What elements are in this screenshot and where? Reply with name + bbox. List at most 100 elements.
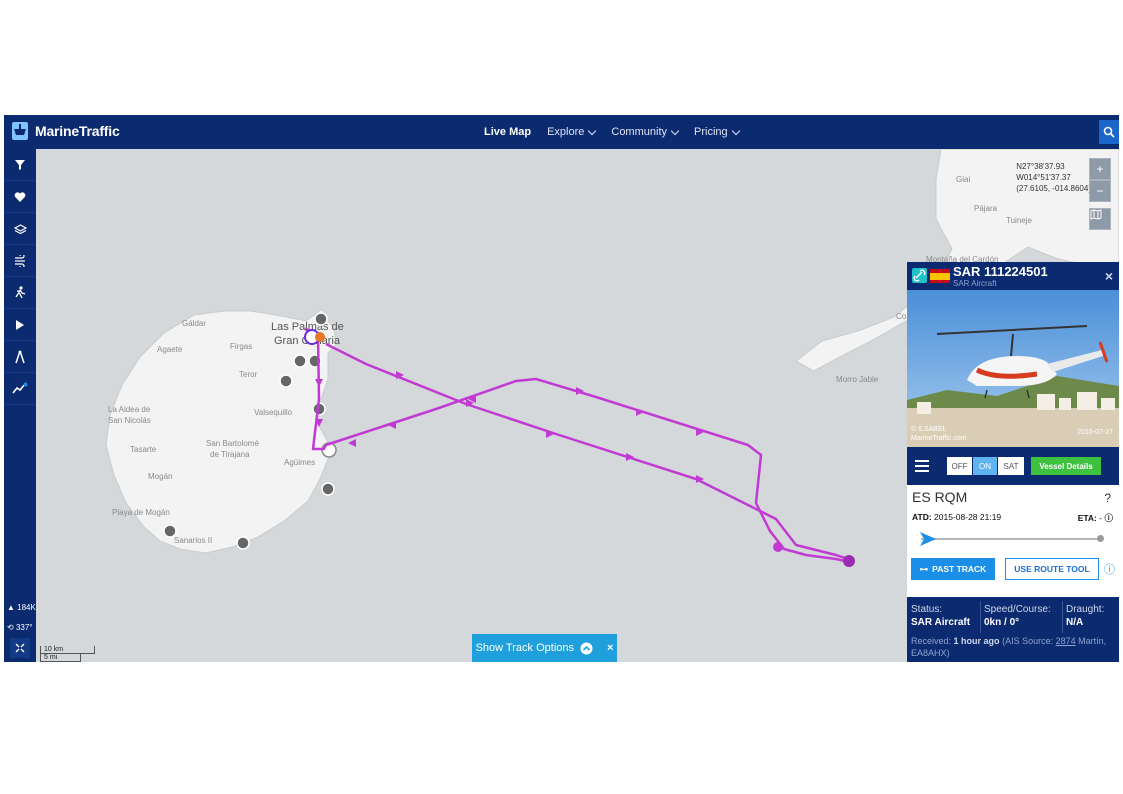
- use-route-tool-button[interactable]: USE ROUTE TOOL: [1005, 558, 1099, 580]
- vessel-photo[interactable]: © ILSABEL MarineTraffic.com 2016-07-27: [907, 290, 1119, 447]
- place-label: Teror: [239, 370, 258, 379]
- vessel-track[interactable]: [304, 327, 855, 565]
- destination: ES RQM: [912, 489, 968, 505]
- chevron-down-icon: [731, 126, 740, 135]
- place-label: Valsequillo: [254, 408, 293, 417]
- person-icon: [14, 286, 25, 299]
- voyage-progress-bar: [921, 538, 1101, 540]
- vessel-type: SAR Aircraft: [953, 279, 997, 288]
- playback-button[interactable]: [4, 309, 36, 341]
- toggle-on[interactable]: ON: [973, 457, 997, 475]
- vessel-count-value: 184K: [17, 603, 36, 612]
- close-panel-button[interactable]: ×: [1105, 268, 1113, 284]
- toggle-off[interactable]: OFF: [947, 457, 972, 475]
- decimal-coords-text: (27.6105, -014.8604): [1016, 184, 1091, 193]
- measure-button[interactable]: [4, 341, 36, 373]
- chevron-down-icon: [670, 126, 680, 135]
- route-info-icon[interactable]: ⓘ: [1104, 561, 1115, 577]
- draught: Draught: N/A: [1066, 603, 1104, 629]
- play-icon: [16, 319, 24, 330]
- ais-source-link[interactable]: 2874: [1056, 636, 1076, 646]
- past-track-button[interactable]: ⊶ PAST TRACK: [911, 558, 995, 580]
- map-type-button[interactable]: [1089, 208, 1111, 230]
- heart-icon: [14, 191, 26, 202]
- status: Status: SAR Aircraft: [911, 603, 970, 629]
- expand-icon: [15, 643, 25, 653]
- map-tools-sidebar: ▲ 184K ⟲ 337°: [4, 149, 36, 662]
- status-label: Status:: [911, 604, 943, 615]
- destination-dot: [1097, 535, 1104, 542]
- link-icon[interactable]: [912, 268, 927, 283]
- vessel-count: ▲ 184K: [7, 603, 36, 612]
- vessel-panel-header: SAR 111224501 SAR Aircraft ×: [907, 262, 1119, 290]
- map-scale: 10 km 5 mi: [40, 646, 95, 662]
- wind-icon: [14, 254, 25, 267]
- layers-button[interactable]: [4, 213, 36, 245]
- info-icon[interactable]: ⓘ: [1104, 513, 1113, 523]
- zoom-out-button[interactable]: −: [1089, 180, 1111, 202]
- port-icon: [236, 536, 250, 550]
- place-label: Tuineje: [1006, 216, 1032, 225]
- port-icon: [163, 524, 177, 538]
- scale-km: 10 km: [40, 646, 95, 654]
- destination-help-icon[interactable]: ?: [1104, 491, 1111, 505]
- place-label: Agüimes: [284, 458, 315, 467]
- port-icon: [293, 354, 307, 368]
- speed-label: Speed/Course:: [984, 604, 1051, 615]
- weather-button[interactable]: [4, 245, 36, 277]
- main-nav: Live Map Explore Community Pricing: [484, 115, 755, 149]
- filter-button[interactable]: [4, 149, 36, 181]
- place-label: de Tirajana: [210, 450, 250, 459]
- track-outbound: [311, 334, 855, 565]
- tracks-button[interactable]: [4, 373, 36, 405]
- place-label: Giai: [956, 175, 970, 184]
- speed-course: Speed/Course: 0kn / 0°: [984, 603, 1051, 629]
- speed-value: 0kn / 0°: [984, 617, 1020, 628]
- toggle-sat[interactable]: SAT: [998, 457, 1024, 475]
- search-button[interactable]: [1099, 120, 1119, 144]
- atd-value: 2015-08-28 21:19: [934, 512, 1002, 522]
- map-heading-value: 337°: [15, 623, 33, 632]
- measure-icon: [15, 350, 25, 363]
- cursor-coordinates: N27°38'37.93 W014°51'37.37 (27.6105, -01…: [1016, 161, 1091, 194]
- close-track-options-icon[interactable]: ×: [607, 642, 613, 654]
- atd-label: ATD:: [912, 512, 932, 522]
- track-icon: [12, 382, 28, 394]
- my-fleet-button[interactable]: [4, 181, 36, 213]
- draught-label: Draught:: [1066, 604, 1105, 615]
- logo[interactable]: MarineTraffic: [10, 120, 120, 142]
- filter-icon: [15, 159, 25, 170]
- hamburger-icon: [915, 460, 929, 472]
- eta-value: -: [1099, 513, 1103, 523]
- app-name: MarineTraffic: [35, 123, 120, 139]
- place-label: Tasarte: [130, 445, 157, 454]
- divider: [980, 601, 981, 633]
- helicopter-photo: [907, 290, 1119, 447]
- eta: ETA: - ⓘ: [1078, 512, 1113, 524]
- nav-live-map-label: Live Map: [484, 126, 532, 138]
- nav-live-map[interactable]: Live Map: [484, 126, 531, 138]
- draught-value: N/A: [1066, 617, 1084, 628]
- divider: [1062, 601, 1063, 633]
- received-info: Received: 1 hour ago (AIS Source: 2874 M…: [911, 635, 1115, 659]
- vessel-panel-toolbar: OFF ON SAT Vessel Details: [907, 447, 1119, 485]
- photo-date: 2016-07-27: [1077, 429, 1113, 436]
- nav-pricing[interactable]: Pricing: [694, 126, 740, 138]
- vessel-info-panel: SAR 111224501 SAR Aircraft × © ILSABEL M…: [907, 262, 1119, 662]
- nav-explore-label: Explore: [547, 126, 585, 138]
- place-label: Pájara: [974, 204, 998, 213]
- nav-community[interactable]: Community: [611, 126, 680, 138]
- longitude-text: W014°51'37.37: [1016, 173, 1071, 182]
- fullscreen-button[interactable]: [10, 638, 30, 658]
- track-arrows: [315, 371, 704, 483]
- density-button[interactable]: [4, 277, 36, 309]
- photo-site: MarineTraffic.com: [911, 435, 967, 442]
- show-track-options-button[interactable]: Show Track Options ×: [472, 634, 617, 662]
- zoom-in-button[interactable]: +: [1089, 158, 1111, 180]
- menu-button[interactable]: [915, 459, 929, 477]
- atd: ATD: 2015-08-28 21:19: [912, 512, 1001, 522]
- port-icon: [314, 312, 328, 326]
- eta-label: ETA:: [1077, 513, 1097, 523]
- nav-explore[interactable]: Explore: [547, 126, 597, 138]
- vessel-details-button[interactable]: Vessel Details: [1031, 457, 1101, 475]
